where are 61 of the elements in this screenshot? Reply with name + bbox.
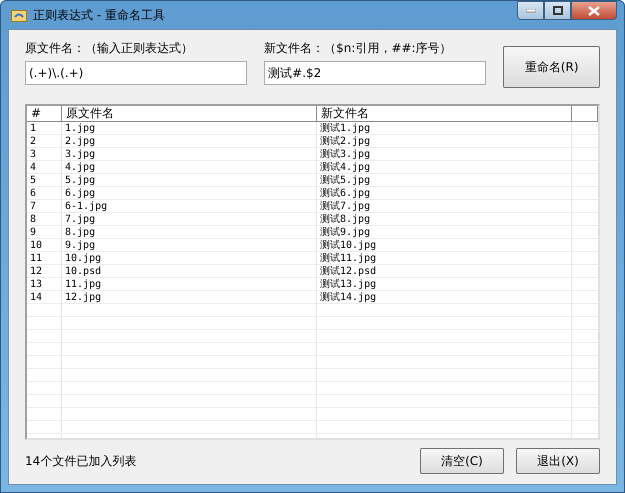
table-cell-text: 4.jpg [64,161,96,174]
table-cell-text: 14 [29,291,44,304]
table-cell-text: 1.jpg [64,122,96,135]
field-label: 原文件名：（输入正则表达式） [25,40,194,57]
table-cell-text: 8.jpg [64,226,96,239]
table-cell-text: 3.jpg [64,148,96,161]
rename-button[interactable]: 重命名(R) [503,46,600,88]
table-cell-text: 3 [29,148,38,161]
table-cell-text: 11 [29,252,44,265]
table-cell-text: 测试8.jpg [319,213,372,226]
table-cell-text: 12.jpg [64,291,102,304]
table-cell-text: 8 [29,213,38,226]
table-cell-text: 测试3.jpg [319,148,372,161]
input-field[interactable]: 测试#.$2 [264,61,486,85]
dialog-button[interactable]: 退出(X) [516,448,600,474]
table-cell-text: 测试6.jpg [319,187,372,200]
folder-icon [11,8,27,22]
minimize-icon [526,8,536,12]
table-cell-text: 11.jpg [64,278,102,291]
maximize-button[interactable] [544,1,571,20]
status-text: 14个文件已加入列表 [25,452,138,470]
table-cell-text: 6.jpg [64,187,96,200]
table-cell-text: 测试9.jpg [319,226,372,239]
table-cell-text: 测试11.jpg [319,252,378,265]
maximize-icon [552,6,562,15]
table-cell-text: 10.jpg [64,252,102,265]
table-cell-text: 10.psd [64,265,102,278]
table-cell-text: 2 [29,135,38,148]
minimize-button[interactable] [517,1,544,20]
input-field[interactable]: (.+)\.(.+) [25,61,248,85]
table-cell-text: 测试13.jpg [319,278,378,291]
close-icon [588,6,600,16]
table-cell-text: 9.jpg [64,239,96,252]
field-label: 新文件名：（$n:引用，##:序号） [264,40,453,57]
table-cell-text: 4 [29,161,38,174]
table-cell-text: 7.jpg [64,213,96,226]
dialog-button[interactable]: 清空(C) [420,448,504,474]
table-cell-text: 测试4.jpg [319,161,372,174]
table-cell-text: 测试14.jpg [319,291,378,304]
table-cell-text: 7 [29,200,38,213]
table-cell-text: 5 [29,174,38,187]
table-cell-text: 测试5.jpg [319,174,372,187]
column-header[interactable]: # [27,106,62,122]
column-header[interactable]: 新文件名 [317,106,572,122]
table-cell-text: 9 [29,226,38,239]
table-cell-text: 2.jpg [64,135,96,148]
column-header[interactable]: 原文件名 [62,106,317,122]
table-cell-text: 10 [29,239,44,252]
table-cell-text: 测试12.psd [319,265,378,278]
table-cell-text: 测试10.jpg [319,239,378,252]
table-cell-text: 6 [29,187,38,200]
table-cell-text: 1 [29,122,38,135]
close-button[interactable] [571,1,617,20]
table-cell-text: 5.jpg [64,174,96,187]
table-cell-text: 13 [29,278,44,291]
table-cell-text: 12 [29,265,44,278]
table-cell-text: 6-1.jpg [64,200,108,213]
window-title: 正则表达式 - 重命名工具 [33,6,165,24]
table-cell-text: 测试2.jpg [319,135,372,148]
table-cell-text: 测试7.jpg [319,200,372,213]
table-cell-text: 测试1.jpg [319,122,372,135]
